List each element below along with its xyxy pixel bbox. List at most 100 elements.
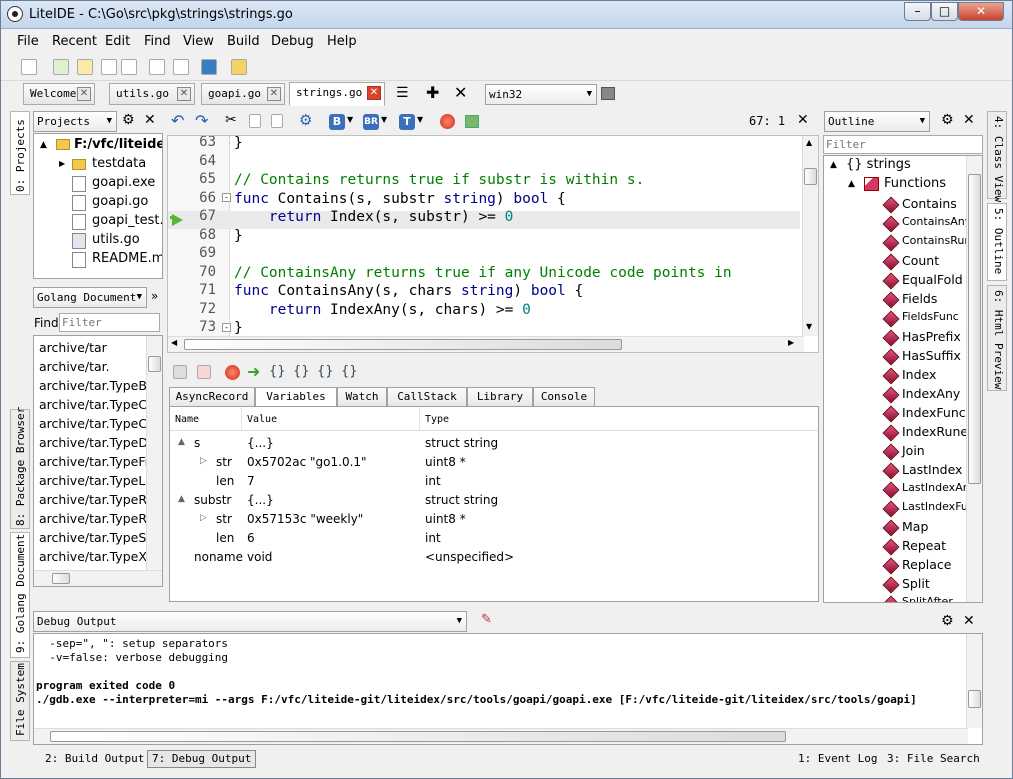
code-editor[interactable]: 63} 64 65 // Contains returns true if subst…	[167, 135, 819, 353]
outline-select[interactable]: Outline ▼	[824, 111, 930, 132]
doc-list-scrollbar[interactable]	[146, 336, 162, 570]
debug-tab-console[interactable]: Console	[533, 387, 595, 407]
doc-list-item[interactable]: archive/tar.TypeXG	[39, 549, 157, 564]
step-over-icon[interactable]: {}	[269, 364, 286, 379]
close-tab-icon[interactable]: ✕	[177, 87, 191, 101]
close-button[interactable]: ✕	[958, 2, 1004, 21]
outline-function-item[interactable]: IndexAny	[902, 386, 960, 401]
minimize-button[interactable]: –	[904, 2, 931, 21]
output-hscrollbar[interactable]	[34, 728, 968, 744]
output-vscrollbar[interactable]	[966, 634, 982, 728]
build-output-tab[interactable]: 2: Build Output	[41, 751, 148, 769]
outline-function-item[interactable]: Repeat	[902, 538, 946, 553]
close-panel-icon[interactable]: ✕	[963, 613, 975, 629]
outline-scrollbar[interactable]	[966, 156, 982, 602]
outline-function-item[interactable]: IndexFunc	[902, 405, 966, 420]
project-item[interactable]: goapi_test.g	[92, 213, 162, 228]
outline-function-item[interactable]: SplitAfter	[902, 595, 953, 602]
paste-icon[interactable]	[271, 114, 283, 128]
dropdown-arrow-icon[interactable]: ▼	[417, 115, 423, 124]
copy-icon[interactable]	[249, 114, 261, 128]
debug-tab-library[interactable]: Library	[467, 387, 533, 407]
redo-icon[interactable]: ↷	[195, 111, 208, 130]
output-select[interactable]: Debug Output ▼	[33, 611, 467, 632]
debug-edit-icon[interactable]	[197, 365, 211, 379]
outline-function-item[interactable]: LastIndexAr	[902, 481, 967, 494]
outline-function-item[interactable]: Contains	[902, 196, 957, 211]
outline-function-item[interactable]: ContainsAny	[902, 215, 971, 228]
settings-gear-icon[interactable]: ⚙	[941, 112, 954, 128]
close-panel-icon[interactable]: ✕	[963, 112, 975, 128]
step-into-icon[interactable]: {}	[293, 364, 310, 379]
settings-gear-icon[interactable]: ⚙	[941, 613, 954, 629]
paste-icon[interactable]	[173, 59, 189, 75]
clear-output-icon[interactable]: ✎	[481, 612, 492, 627]
copy-icon[interactable]	[149, 59, 165, 75]
outline-function-item[interactable]: Index	[902, 367, 936, 382]
outline-function-item[interactable]: Map	[902, 519, 928, 534]
expand-arrow-icon[interactable]: ▷	[200, 456, 207, 466]
event-log-tab[interactable]: 1: Event Log	[794, 751, 881, 769]
project-item[interactable]: README.md	[92, 251, 162, 266]
doc-list-item[interactable]: archive/tar.TypeCh	[39, 397, 155, 412]
save-icon[interactable]	[101, 59, 117, 75]
debug-continue-icon[interactable]: ➜	[247, 362, 260, 381]
settings-gear-icon[interactable]: ⚙	[299, 111, 312, 129]
tab-strings-go[interactable]: strings.go ✕	[289, 82, 385, 106]
more-icon[interactable]: »	[151, 289, 158, 303]
doc-list-hscrollbar[interactable]	[34, 570, 162, 586]
outline-function-item[interactable]: Count	[902, 253, 939, 268]
gopher-icon[interactable]	[231, 59, 247, 75]
outline-function-item[interactable]: Fields	[902, 291, 937, 306]
golang-doc-filter-input[interactable]	[59, 313, 160, 332]
outline-function-item[interactable]: Split	[902, 576, 930, 591]
tab-html-preview[interactable]: 6: Html Preview	[987, 285, 1007, 391]
outline-package[interactable]: {} strings	[846, 157, 911, 172]
doc-list-item[interactable]: archive/tar.	[39, 359, 110, 374]
tab-file-system[interactable]: File System	[10, 661, 30, 741]
tab-outline[interactable]: 5: Outline	[987, 203, 1007, 281]
outline-function-item[interactable]: HasPrefix	[902, 329, 961, 344]
outline-function-item[interactable]: EqualFold	[902, 272, 963, 287]
debug-tab-watch[interactable]: Watch	[337, 387, 387, 407]
test-icon[interactable]: T	[399, 114, 415, 130]
run-to-line-icon[interactable]: {}	[341, 364, 358, 379]
debug-stop-icon[interactable]	[225, 365, 240, 380]
doc-list-item[interactable]: archive/tar.TypeReg	[39, 511, 162, 526]
close-editor-icon[interactable]: ✕	[797, 112, 809, 128]
outline-function-item[interactable]: HasSuffix	[902, 348, 961, 363]
outline-filter-input[interactable]	[823, 135, 983, 154]
close-tab-icon[interactable]: ✕	[367, 86, 381, 100]
collapsed-arrow-icon[interactable]: ▶	[59, 159, 65, 168]
editor-hscrollbar[interactable]: ◀ ▶	[168, 336, 804, 352]
tab-goapi-go[interactable]: goapi.go ✕	[201, 83, 285, 105]
build-run-icon[interactable]: BR	[363, 114, 379, 130]
new-tab-icon[interactable]: ✚	[426, 83, 439, 102]
settings-gear-icon[interactable]: ⚙	[122, 112, 135, 128]
project-item[interactable]: goapi.go	[92, 194, 148, 209]
new-file-icon[interactable]	[21, 59, 37, 75]
menu-recent[interactable]: Recent	[52, 34, 97, 49]
close-tab-icon[interactable]: ✕	[267, 87, 281, 101]
outline-function-item[interactable]: LastIndex	[902, 462, 962, 477]
expand-arrow-icon[interactable]: ▲	[830, 160, 837, 170]
doc-list-item[interactable]: archive/tar	[39, 340, 107, 355]
maximize-button[interactable]: □	[931, 2, 958, 21]
debug-output-console[interactable]: -sep=", ": setup separators -v=false: ve…	[33, 633, 983, 745]
save-all-icon[interactable]	[121, 59, 137, 75]
menu-help[interactable]: Help	[327, 34, 357, 49]
editor-vscrollbar[interactable]: ▲ ▼	[802, 136, 818, 336]
build-icon[interactable]: B	[329, 114, 345, 130]
project-item[interactable]: utils.go	[92, 232, 140, 247]
dropdown-arrow-icon[interactable]: ▼	[381, 115, 387, 124]
project-root[interactable]: F:/vfc/liteide-g	[74, 137, 162, 152]
tab-welcome[interactable]: Welcome ✕	[23, 83, 95, 105]
file-search-tab[interactable]: 3: File Search	[883, 751, 984, 769]
home-icon[interactable]	[201, 59, 217, 75]
project-item[interactable]: testdata	[92, 156, 146, 171]
environment-select[interactable]: win32 ▼	[485, 84, 597, 105]
debug-tab-variables[interactable]: Variables	[255, 387, 337, 407]
step-out-icon[interactable]: {}	[317, 364, 334, 379]
doc-list-item[interactable]: archive/tar.TypeBlo	[39, 378, 158, 393]
close-tab-icon[interactable]: ✕	[77, 87, 91, 101]
